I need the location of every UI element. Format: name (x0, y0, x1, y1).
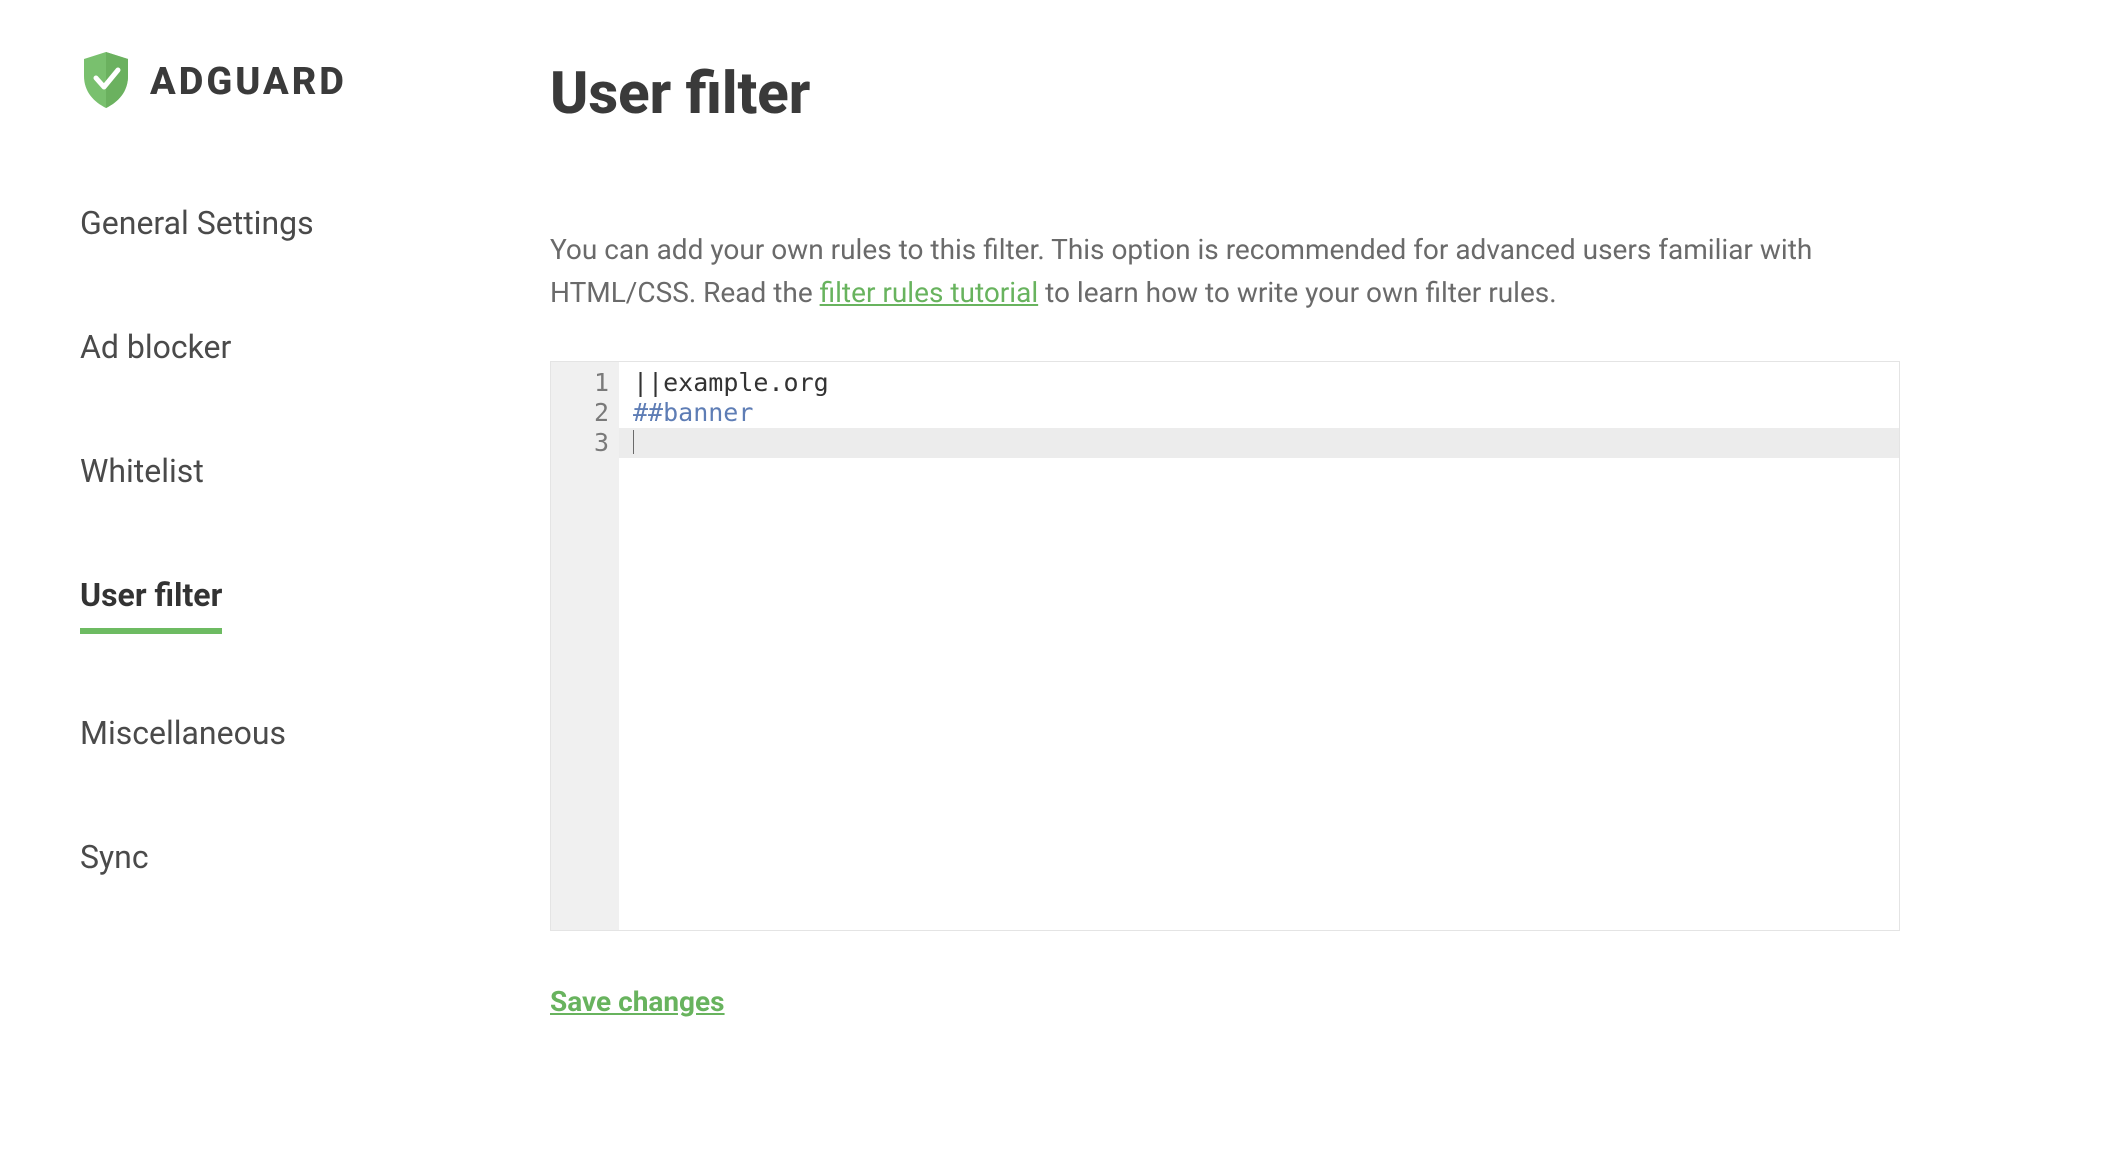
sidebar-item-sync[interactable]: Sync (80, 832, 149, 882)
sidebar-item-whitelist[interactable]: Whitelist (80, 446, 204, 496)
code-line-1: ||example.org (619, 368, 1899, 398)
filter-rules-tutorial-link[interactable]: filter rules tutorial (820, 276, 1039, 309)
editor-code[interactable]: ||example.org ##banner (619, 362, 1899, 930)
save-changes-button[interactable]: Save changes (550, 985, 725, 1018)
brand-logo: ADGUARD (80, 50, 550, 114)
page-description: You can add your own rules to this filte… (550, 228, 1850, 315)
brand-name: ADGUARD (150, 60, 347, 104)
code-line-3 (619, 428, 1899, 458)
sidebar-nav: General Settings Ad blocker Whitelist Us… (80, 198, 550, 956)
code-line-2-rule: ##banner (633, 398, 753, 427)
sidebar-item-ad-blocker[interactable]: Ad blocker (80, 322, 231, 372)
text-cursor-icon (633, 430, 634, 454)
sidebar-item-miscellaneous[interactable]: Miscellaneous (80, 708, 286, 758)
main-content: User filter You can add your own rules t… (550, 50, 1900, 1018)
description-post: to learn how to write your own filter ru… (1038, 276, 1556, 309)
shield-icon (80, 50, 132, 114)
editor-gutter: 1 2 3 (551, 362, 619, 930)
page-title: User filter (550, 60, 1900, 128)
sidebar-item-user-filter[interactable]: User filter (80, 570, 222, 634)
code-line-2: ##banner (619, 398, 1899, 428)
gutter-line-2: 2 (551, 398, 609, 428)
sidebar-item-general-settings[interactable]: General Settings (80, 198, 314, 248)
gutter-line-3: 3 (551, 428, 609, 458)
gutter-line-1: 1 (551, 368, 609, 398)
sidebar: ADGUARD General Settings Ad blocker Whit… (80, 50, 550, 1018)
code-line-1-domain: example.org (663, 368, 829, 397)
code-line-1-operator: || (633, 368, 663, 397)
rules-editor[interactable]: 1 2 3 ||example.org ##banner (550, 361, 1900, 931)
